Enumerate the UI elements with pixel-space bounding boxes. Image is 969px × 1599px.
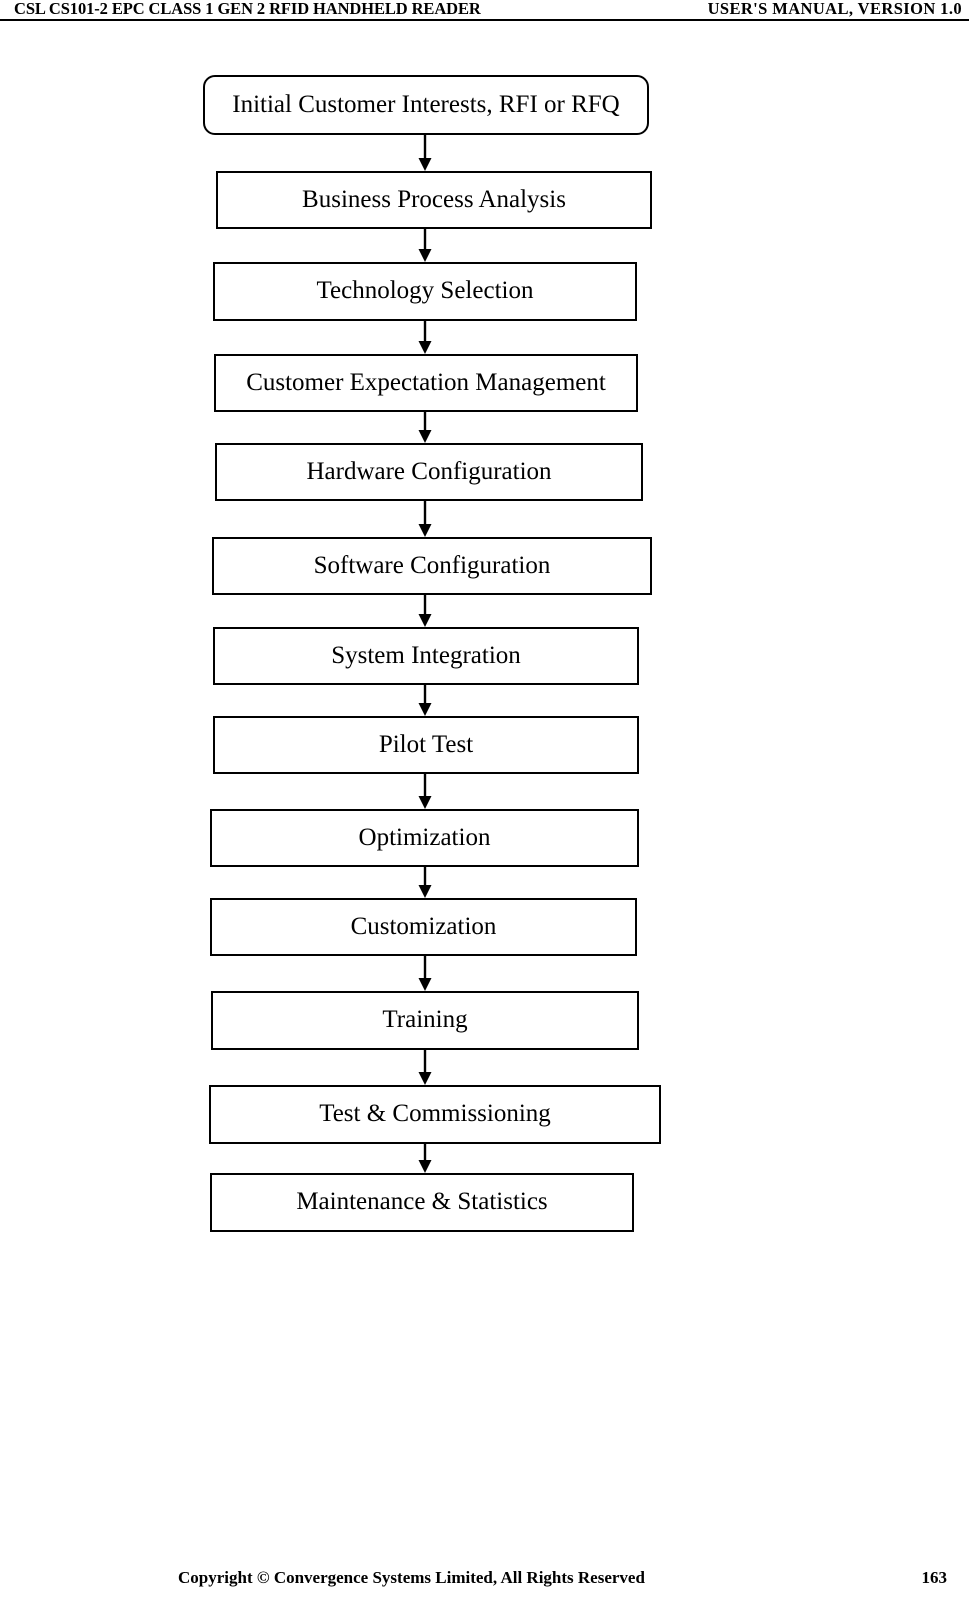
flow-arrow-down-arrow-7 xyxy=(415,685,435,716)
flow-node-label: Test & Commissioning xyxy=(319,1100,551,1127)
flow-node-label: Initial Customer Interests, RFI or RFQ xyxy=(232,90,620,118)
flow-arrow-down-arrow-9 xyxy=(415,867,435,898)
flow-node-label: Customer Expectation Management xyxy=(246,368,606,396)
flow-arrow-down-arrow-3 xyxy=(415,321,435,354)
flow-node-technology-selection: Technology Selection xyxy=(213,262,637,321)
flow-node-training: Training xyxy=(211,991,639,1050)
flow-arrow-down-arrow-11 xyxy=(415,1050,435,1085)
flow-arrow-down-arrow-10 xyxy=(415,956,435,991)
flow-node-pilot-test: Pilot Test xyxy=(213,716,639,774)
flow-node-maintenance-and-statistics: Maintenance & Statistics xyxy=(210,1173,634,1232)
flow-node-label: System Integration xyxy=(331,641,521,669)
flow-node-test-and-commissioning: Test & Commissioning xyxy=(209,1085,661,1144)
flow-node-initial-customer-interests: Initial Customer Interests, RFI or RFQ xyxy=(203,75,649,135)
flow-node-label: Software Configuration xyxy=(313,551,551,579)
flow-node-label: Technology Selection xyxy=(316,277,534,304)
flow-arrow-down-arrow-8 xyxy=(415,774,435,809)
page-footer: Copyright © Convergence Systems Limited,… xyxy=(0,1559,969,1599)
flow-node-label: Pilot Test xyxy=(378,730,474,758)
flow-node-hardware-configuration: Hardware Configuration xyxy=(215,443,643,501)
flow-arrow-down-arrow-6 xyxy=(415,595,435,627)
flow-arrow-down-arrow-12 xyxy=(415,1144,435,1173)
flow-node-customization: Customization xyxy=(210,898,637,956)
flow-arrow-down-arrow-2 xyxy=(415,229,435,262)
flow-node-label: Optimization xyxy=(358,823,491,851)
flow-node-business-process-analysis: Business Process Analysis xyxy=(216,171,652,229)
flow-node-label: Training xyxy=(382,1006,468,1033)
flow-arrow-down-arrow-1 xyxy=(415,135,435,171)
flow-node-label: Customization xyxy=(350,912,497,940)
flow-node-customer-expectation-management: Customer Expectation Management xyxy=(214,354,638,412)
flow-node-optimization: Optimization xyxy=(210,809,639,867)
flow-node-label: Maintenance & Statistics xyxy=(296,1188,548,1215)
flow-node-label: Hardware Configuration xyxy=(306,457,552,485)
flow-node-label: Business Process Analysis xyxy=(302,185,566,213)
footer-copyright: Copyright © Convergence Systems Limited,… xyxy=(178,1568,645,1587)
deployment-process-flowchart: Initial Customer Interests, RFI or RFQ Bu… xyxy=(0,0,969,1320)
footer-page-number: 163 xyxy=(921,1568,948,1587)
flow-arrow-down-arrow-5 xyxy=(415,501,435,537)
flow-node-system-integration: System Integration xyxy=(213,627,639,685)
flow-arrow-down-arrow-4 xyxy=(415,412,435,443)
flow-node-software-configuration: Software Configuration xyxy=(212,537,652,595)
